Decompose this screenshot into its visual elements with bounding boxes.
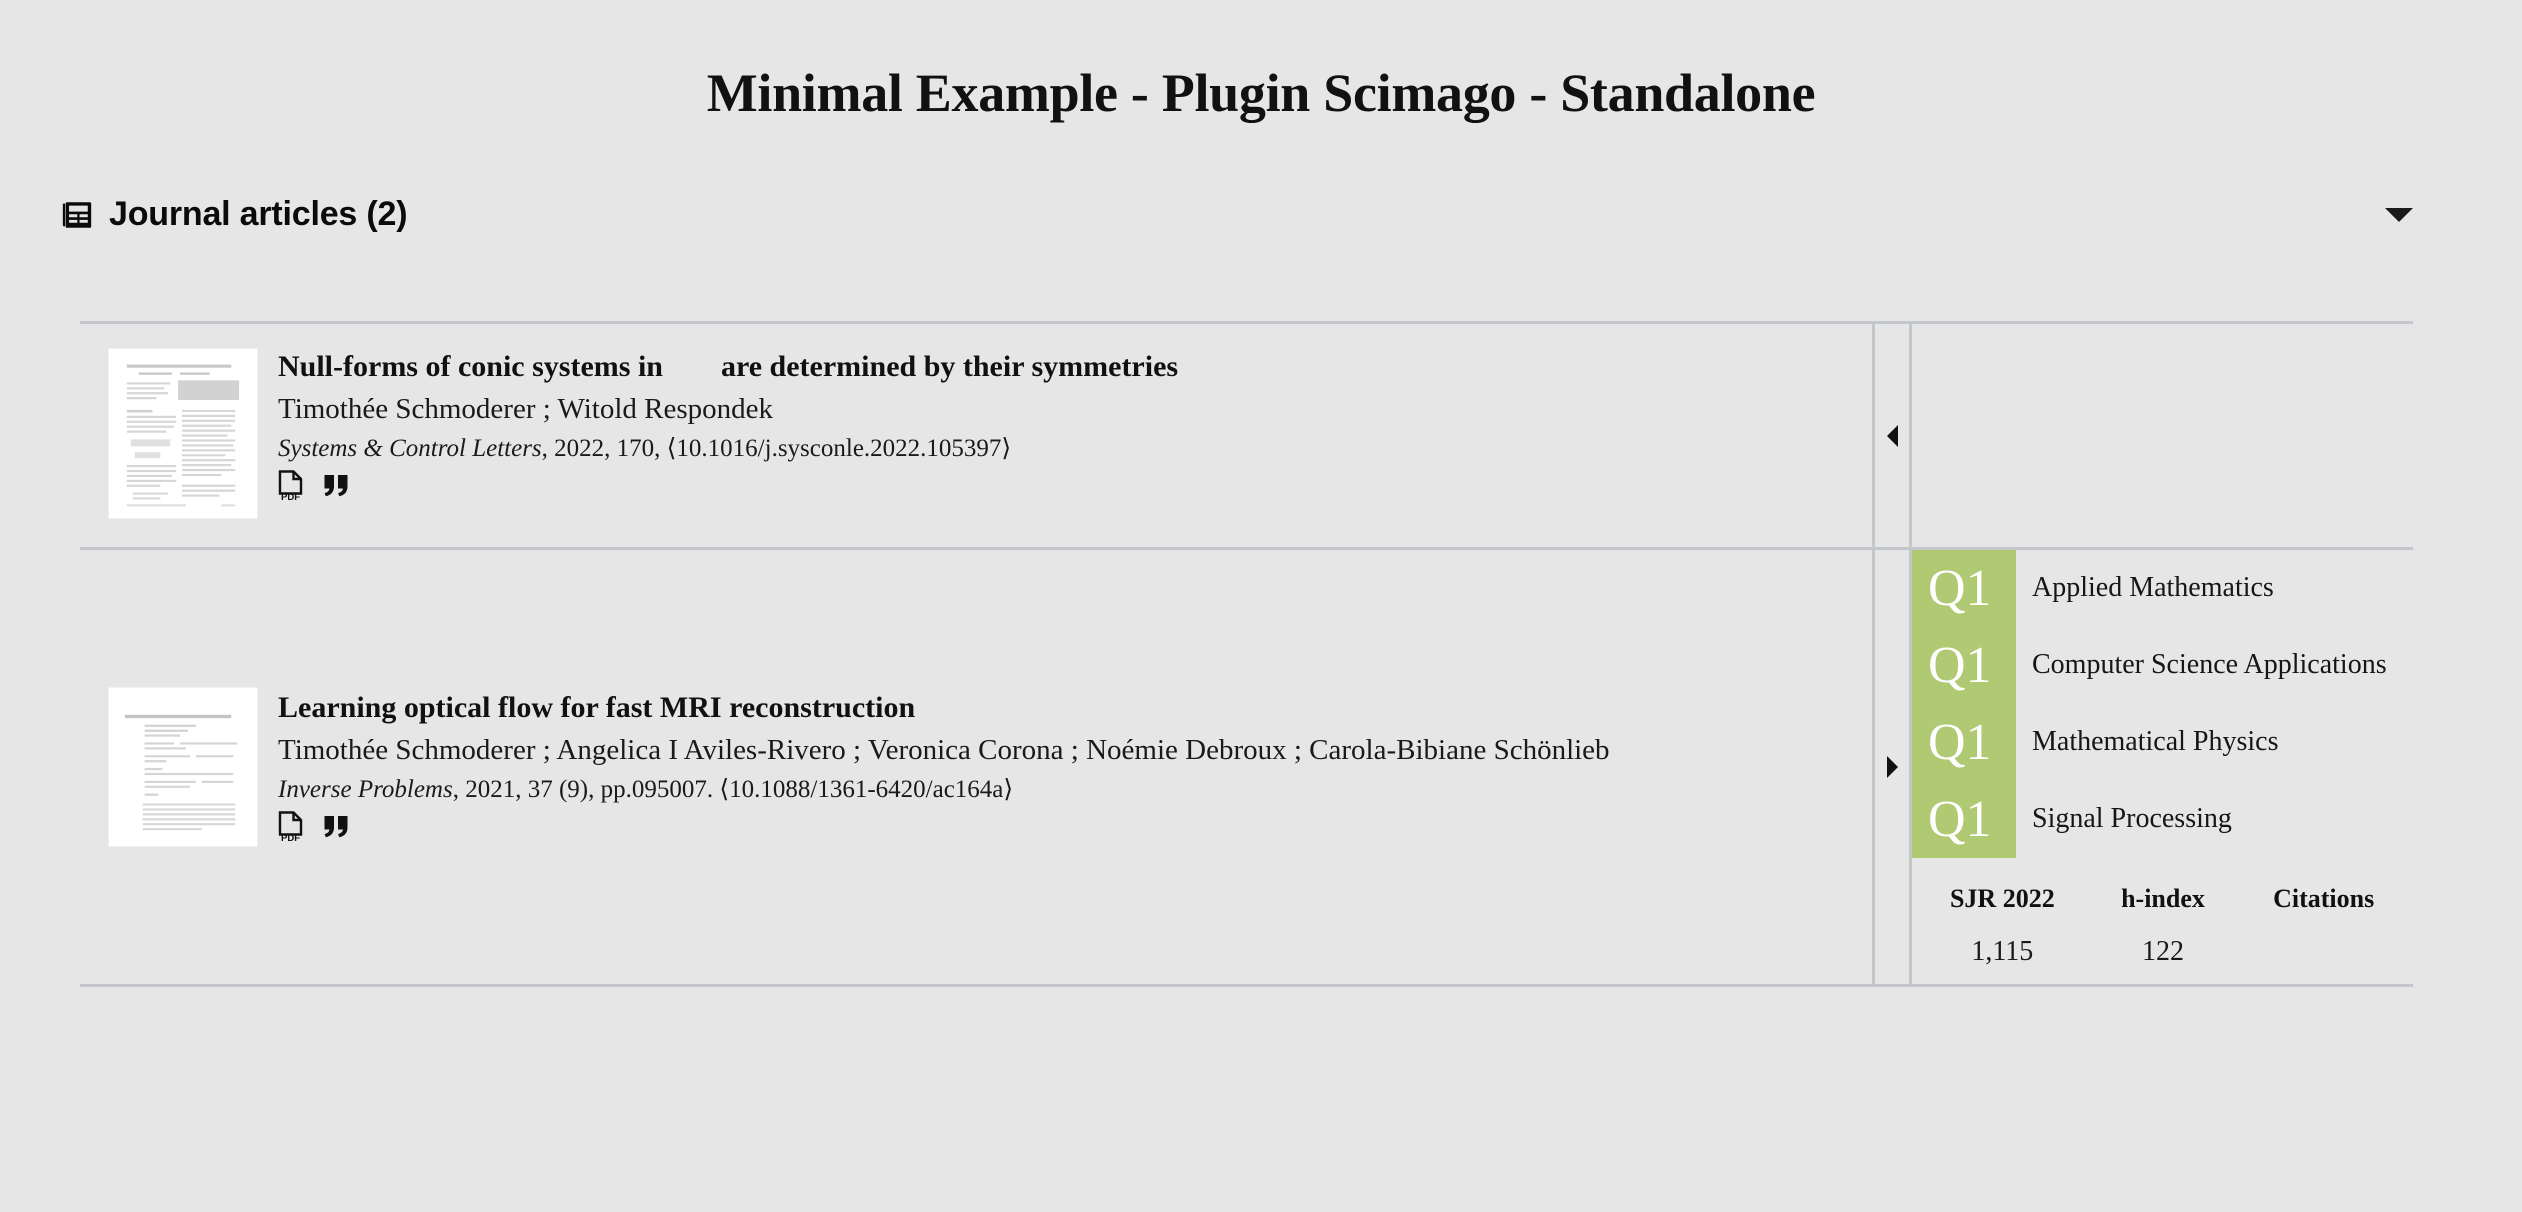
venue-details: , 2022, 170, ⟨10.1016/j.sysconle.2022.10… — [541, 434, 1012, 462]
quartile-badge-column: Q1 Q1 Q1 Q1 — [1912, 550, 2016, 859]
quartile-subject: Applied Mathematics — [2032, 572, 2274, 604]
scimago-toggle-cell[interactable] — [1875, 324, 1912, 548]
triangle-right-icon[interactable] — [1887, 756, 1898, 779]
page-root: Minimal Example - Plugin Scimago - Stand… — [0, 36, 2522, 1212]
quartile-subject-row: Signal Processing — [2016, 781, 2413, 858]
quartile-badge: Q1 — [1928, 559, 1992, 617]
metrics-header-row: SJR 2022 h-index Citations — [1922, 880, 2404, 936]
metrics-header-citations: Citations — [2273, 884, 2375, 914]
article-title-part1: Learning optical flow for fast MRI recon… — [278, 691, 916, 725]
quartile-subject: Computer Science Applications — [2032, 649, 2387, 681]
metrics-value-hindex: 122 — [2141, 936, 2184, 968]
paper-thumbnail-icon[interactable] — [108, 348, 258, 520]
table-row: Null-forms of conic systems in are determ… — [80, 321, 2413, 548]
article-cell: Null-forms of conic systems in are determ… — [80, 324, 1875, 548]
quote-icon[interactable] — [322, 473, 350, 499]
table-row: Learning optical flow for fast MRI recon… — [80, 547, 2413, 988]
article-actions: PDF — [278, 811, 1848, 844]
article-cell: Learning optical flow for fast MRI recon… — [80, 550, 1875, 985]
article-title[interactable]: Learning optical flow for fast MRI recon… — [278, 691, 1848, 726]
pdf-file-icon[interactable]: PDF — [278, 470, 304, 503]
page-title: Minimal Example - Plugin Scimago - Stand… — [706, 63, 1816, 124]
article-authors[interactable]: Timothée Schmoderer ; Witold Respondek — [278, 392, 1848, 427]
quartile-badge-row: Q1 — [1912, 550, 2016, 627]
quartile-list: Q1 Q1 Q1 Q1 Applied Mathematics Computer… — [1912, 550, 2413, 859]
metrics-value-citations — [2243, 936, 2404, 984]
newspaper-icon — [60, 198, 94, 232]
journal-name[interactable]: Inverse Problems — [278, 776, 453, 803]
scimago-content: Q1 Q1 Q1 Q1 Applied Mathematics Computer… — [1912, 550, 2413, 984]
quartile-subject-row: Computer Science Applications — [2016, 627, 2413, 704]
journal-articles-section-header[interactable]: Journal articles (2) — [0, 193, 2522, 237]
quartile-badge-row: Q1 — [1912, 781, 2016, 858]
article-venue: Systems & Control Letters, 2022, 170, ⟨1… — [278, 433, 1848, 464]
scimago-toggle-cell[interactable] — [1875, 550, 1912, 985]
paper-thumbnail-icon[interactable] — [108, 687, 258, 848]
quartile-subject-column: Applied Mathematics Computer Science App… — [2016, 550, 2413, 858]
article-title[interactable]: Null-forms of conic systems in are determ… — [278, 350, 1848, 385]
svg-text:PDF: PDF — [281, 492, 300, 502]
quote-icon[interactable] — [322, 814, 350, 840]
quartile-badge: Q1 — [1928, 790, 1992, 848]
article-actions: PDF — [278, 470, 1848, 503]
metrics-value-row: 1,115 122 — [1922, 936, 2404, 984]
thumbnail-wrapper[interactable] — [108, 348, 258, 520]
article-title-part2: are determined by their symmetries — [720, 350, 1179, 384]
article-title-part1: Null-forms of conic systems in — [278, 350, 663, 384]
triangle-left-icon[interactable] — [1887, 424, 1898, 447]
pdf-file-icon[interactable]: PDF — [278, 811, 304, 844]
results-table: Null-forms of conic systems in are determ… — [80, 321, 2413, 988]
metrics-header-hindex: h-index — [2121, 884, 2205, 914]
quartile-subject: Signal Processing — [2032, 803, 2232, 835]
scimago-panel: Q1 Q1 Q1 Q1 Applied Mathematics Computer… — [1912, 550, 2413, 984]
quartile-badge-row: Q1 — [1912, 627, 2016, 704]
journal-articles-label: Journal articles (2) — [109, 195, 408, 234]
article-venue: Inverse Problems, 2021, 37 (9), pp.09500… — [278, 774, 1848, 805]
quartile-badge: Q1 — [1928, 636, 1992, 694]
bibliography-block: Learning optical flow for fast MRI recon… — [278, 691, 1872, 844]
svg-text:PDF: PDF — [281, 833, 300, 843]
quartile-subject-row: Applied Mathematics — [2016, 550, 2413, 627]
bibliography-block: Null-forms of conic systems in are determ… — [278, 324, 1872, 503]
metrics-table: SJR 2022 h-index Citations 1,115 122 — [1922, 880, 2404, 984]
scimago-cell-empty — [1912, 324, 2413, 547]
venue-details: , 2021, 37 (9), pp.095007. ⟨10.1088/1361… — [452, 775, 1014, 803]
caret-down-icon[interactable] — [2385, 207, 2413, 222]
quartile-badge-row: Q1 — [1912, 704, 2016, 781]
scimago-metrics: SJR 2022 h-index Citations 1,115 122 — [1912, 880, 2413, 984]
quartile-subject: Mathematical Physics — [2032, 726, 2279, 758]
journal-name[interactable]: Systems & Control Letters — [278, 435, 542, 462]
metrics-header-sjr: SJR 2022 — [1949, 884, 2055, 914]
thumbnail-wrapper[interactable] — [108, 687, 258, 848]
metrics-value-sjr: 1,115 — [1971, 936, 2034, 968]
quartile-subject-row: Mathematical Physics — [2016, 704, 2413, 781]
article-authors[interactable]: Timothée Schmoderer ; Angelica I Aviles-… — [278, 733, 1848, 768]
quartile-badge: Q1 — [1928, 713, 1992, 771]
